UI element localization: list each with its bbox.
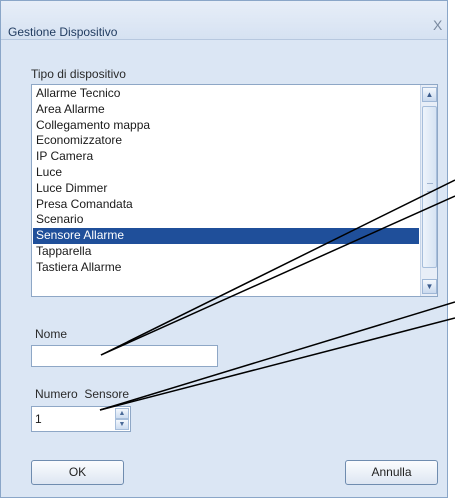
- title-bar: Gestione Dispositivo X: [1, 1, 447, 40]
- stepper-down-button[interactable]: ▼: [115, 419, 129, 430]
- list-item[interactable]: Area Allarme: [33, 102, 419, 118]
- device-type-list: Allarme Tecnico Area Allarme Collegamento …: [33, 86, 419, 276]
- list-item[interactable]: Luce Dimmer: [33, 181, 419, 197]
- chevron-down-icon: ▼: [425, 282, 434, 291]
- ok-button[interactable]: OK: [31, 460, 124, 485]
- list-item[interactable]: Economizzatore: [33, 133, 419, 149]
- list-item[interactable]: Tastiera Allarme: [33, 260, 419, 276]
- list-item[interactable]: Sensore Allarme: [33, 228, 419, 244]
- close-icon[interactable]: X: [433, 17, 442, 33]
- list-item[interactable]: Collegamento mappa: [33, 118, 419, 134]
- scroll-down-button[interactable]: ▼: [422, 279, 437, 294]
- thumb-grip: [427, 183, 433, 192]
- device-type-listbox[interactable]: Allarme Tecnico Area Allarme Collegamento …: [31, 84, 438, 297]
- device-type-label: Tipo di dispositivo: [31, 67, 126, 81]
- device-management-dialog: Gestione Dispositivo X Tipo di dispositi…: [0, 0, 448, 498]
- sensor-number-label: Numero Sensore: [35, 387, 130, 401]
- sensor-number-stepper[interactable]: 1 ▲ ▼: [31, 406, 131, 432]
- list-item[interactable]: Allarme Tecnico: [33, 86, 419, 102]
- list-item[interactable]: Presa Comandata: [33, 197, 419, 213]
- list-item[interactable]: Scenario: [33, 212, 419, 228]
- list-item[interactable]: IP Camera: [33, 149, 419, 165]
- chevron-up-icon: ▲: [425, 90, 434, 99]
- stepper-up-button[interactable]: ▲: [115, 408, 129, 419]
- dialog-title: Gestione Dispositivo: [8, 25, 118, 39]
- scrollbar-thumb[interactable]: [422, 106, 437, 268]
- scroll-up-button[interactable]: ▲: [422, 87, 437, 102]
- cancel-button[interactable]: Annulla: [345, 460, 438, 485]
- list-item[interactable]: Tapparella: [33, 244, 419, 260]
- listbox-scrollbar[interactable]: ▲ ▼: [420, 85, 437, 296]
- sensor-number-value: 1: [35, 412, 42, 426]
- list-item[interactable]: Luce: [33, 165, 419, 181]
- name-label: Nome: [35, 327, 68, 341]
- name-field[interactable]: [31, 345, 218, 367]
